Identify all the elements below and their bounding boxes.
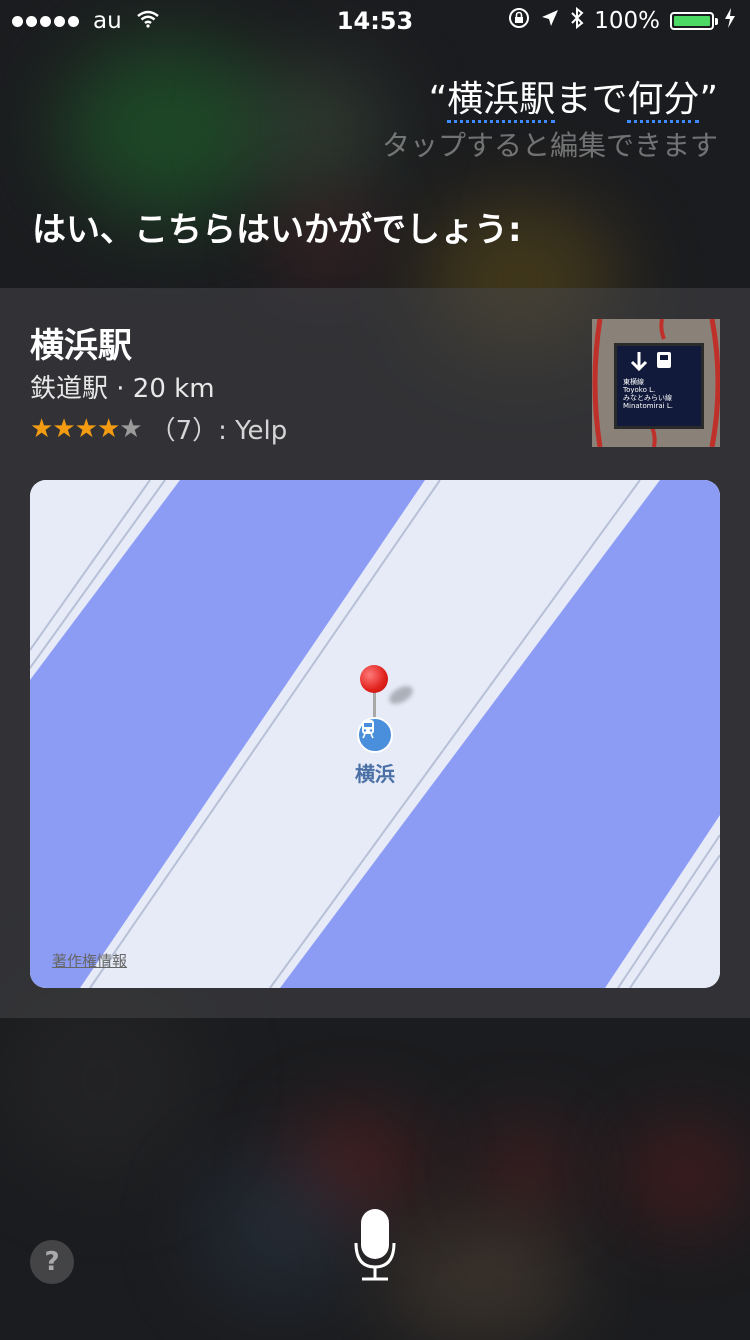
query-term-until: まで bbox=[555, 79, 628, 120]
battery-percent: 100% bbox=[594, 8, 660, 34]
rating-count-source: （7）: Yelp bbox=[149, 416, 288, 446]
sign-line-2: Toyoko L. bbox=[623, 386, 656, 394]
microphone-button[interactable] bbox=[350, 1205, 400, 1285]
star-icon: ★ bbox=[96, 413, 120, 444]
star-icon: ★ bbox=[52, 413, 75, 444]
place-rating: ★★★★★ （7）: Yelp bbox=[30, 410, 287, 447]
bluetooth-icon bbox=[570, 6, 584, 35]
place-result-card[interactable]: 横浜駅 鉄道駅 · 20 km ★★★★★ （7）: Yelp 東横線 Toyo… bbox=[0, 288, 750, 1018]
star-icon: ★ bbox=[30, 413, 53, 444]
map-copyright-link[interactable]: 著作権情報 bbox=[52, 950, 127, 971]
place-photo[interactable]: 東横線 Toyoko L. みなとみらい線 Minatomirai L. bbox=[592, 319, 720, 447]
location-arrow-icon bbox=[540, 8, 560, 34]
query-term-station: 横浜駅 bbox=[447, 79, 556, 123]
lock-rotation-icon bbox=[508, 7, 530, 35]
help-icon: ? bbox=[44, 1247, 60, 1277]
place-subtitle: 鉄道駅 · 20 km bbox=[30, 374, 215, 404]
siri-reply: はい、こちらはいかがでしょう: bbox=[32, 210, 522, 250]
battery-icon bbox=[670, 12, 718, 30]
query-open-quote: “ bbox=[428, 79, 448, 120]
siri-query[interactable]: “横浜駅まで何分” bbox=[428, 70, 718, 123]
map-pin-icon[interactable] bbox=[360, 665, 388, 693]
place-name: 横浜駅 bbox=[30, 326, 132, 366]
rating-stars: ★★★★★ bbox=[30, 413, 143, 444]
query-term-minutes: 何分 bbox=[627, 79, 700, 123]
tap-to-edit-hint: タップすると編集できます bbox=[381, 129, 718, 162]
help-button[interactable]: ? bbox=[30, 1240, 74, 1284]
microphone-icon bbox=[354, 1209, 396, 1281]
map-view[interactable]: 横浜 著作権情報 bbox=[30, 480, 720, 988]
sign-line-1: 東横線 bbox=[623, 378, 644, 386]
station-label: 横浜 bbox=[355, 762, 395, 786]
status-bar: au 14:53 100% bbox=[0, 0, 750, 40]
charging-icon bbox=[724, 8, 736, 34]
train-icon[interactable] bbox=[357, 717, 393, 753]
query-close-quote: ” bbox=[699, 79, 718, 120]
star-empty-icon: ★ bbox=[119, 413, 142, 444]
station-sign: 東横線 Toyoko L. みなとみらい線 Minatomirai L. bbox=[614, 343, 704, 429]
sign-line-3: みなとみらい線 bbox=[623, 394, 672, 402]
star-icon: ★ bbox=[74, 413, 98, 444]
sign-line-4: Minatomirai L. bbox=[623, 402, 673, 410]
